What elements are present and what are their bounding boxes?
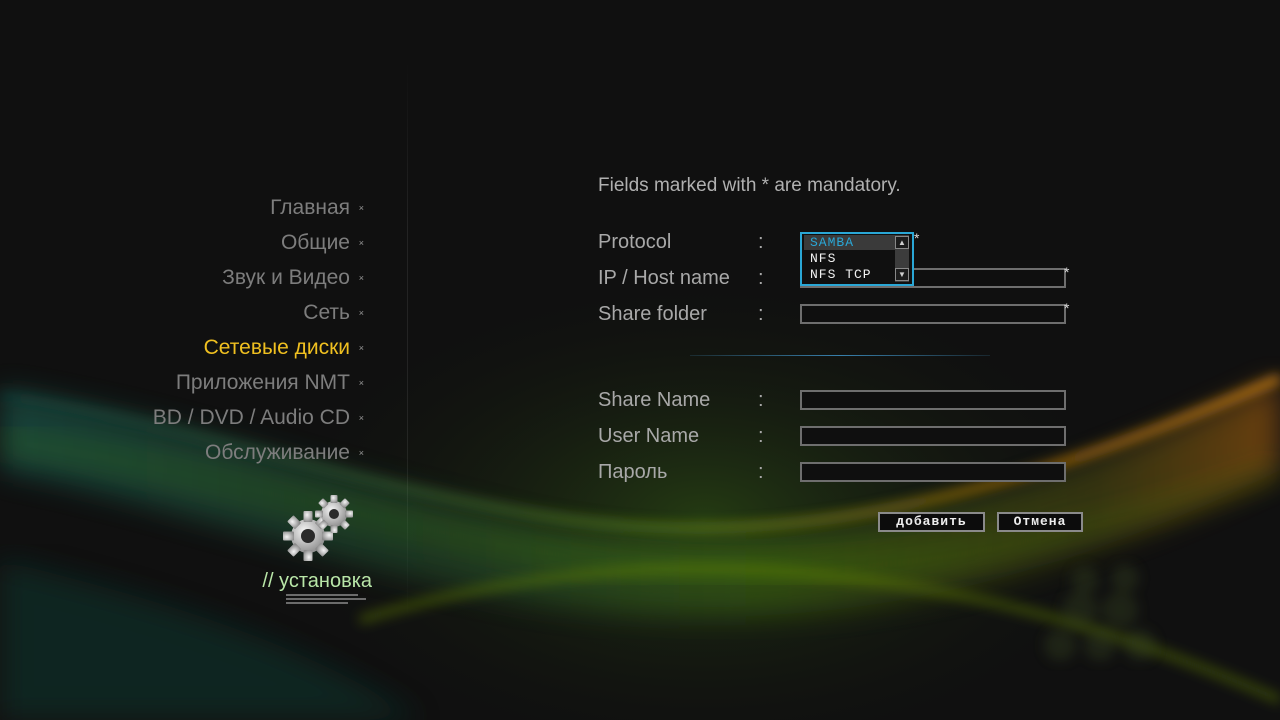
scroll-down-icon[interactable]: ▼ bbox=[895, 268, 909, 281]
vertical-divider bbox=[407, 60, 408, 620]
colon: : bbox=[758, 303, 764, 325]
menu-item-label: Сеть bbox=[303, 300, 350, 324]
decorative-micro-text bbox=[286, 594, 366, 606]
protocol-dropdown[interactable]: SAMBA NFS NFS TCP ▲ ▼ bbox=[800, 232, 914, 286]
menu-item-network-shares[interactable]: Сетевые диски × bbox=[153, 330, 364, 365]
menu-item-label: Сетевые диски bbox=[203, 335, 350, 359]
bullet-icon: × bbox=[358, 412, 364, 423]
section-label: // установка bbox=[262, 570, 372, 592]
bullet-icon: × bbox=[358, 342, 364, 353]
share-folder-input[interactable] bbox=[800, 304, 1066, 324]
menu-item-label: Приложения NMT bbox=[175, 370, 350, 394]
menu-item-network[interactable]: Сеть × bbox=[153, 295, 364, 330]
share-name-input[interactable] bbox=[800, 390, 1066, 410]
required-mark: * bbox=[914, 230, 920, 246]
cancel-button[interactable]: Отмена bbox=[997, 512, 1083, 532]
colon: : bbox=[758, 425, 764, 447]
settings-menu: Главная × Общие × Звук и Видео × Сеть × Сете… bbox=[153, 190, 364, 470]
colon: : bbox=[758, 461, 764, 483]
protocol-option[interactable]: NFS bbox=[804, 251, 899, 266]
add-button[interactable]: добавить bbox=[878, 512, 985, 532]
password-label: Пароль bbox=[598, 461, 668, 483]
colon: : bbox=[758, 231, 764, 253]
menu-item-label: BD / DVD / Audio CD bbox=[152, 405, 350, 429]
dropdown-scrollbar[interactable]: ▲ ▼ bbox=[895, 235, 909, 282]
colon: : bbox=[758, 267, 764, 289]
host-label: IP / Host name bbox=[598, 267, 730, 289]
share-folder-label: Share folder bbox=[598, 303, 707, 325]
menu-item-nmt-apps[interactable]: Приложения NMT × bbox=[153, 365, 364, 400]
user-name-input[interactable] bbox=[800, 426, 1066, 446]
colon: : bbox=[758, 389, 764, 411]
bullet-icon: × bbox=[358, 307, 364, 318]
bullet-icon: × bbox=[358, 202, 364, 213]
menu-item-maintenance[interactable]: Обслуживание × bbox=[153, 435, 364, 470]
share-name-label: Share Name bbox=[598, 389, 711, 411]
menu-item-general[interactable]: Общие × bbox=[153, 225, 364, 260]
required-mark: * bbox=[1064, 300, 1070, 316]
menu-item-label: Звук и Видео bbox=[222, 265, 350, 289]
scroll-up-icon[interactable]: ▲ bbox=[895, 236, 909, 249]
bullet-icon: × bbox=[358, 377, 364, 388]
section-separator bbox=[690, 355, 990, 356]
required-mark: * bbox=[1064, 264, 1070, 280]
menu-item-label: Общие bbox=[280, 230, 350, 254]
mandatory-hint: Fields marked with * are mandatory. bbox=[598, 175, 901, 196]
gears-icon bbox=[283, 495, 353, 561]
password-input[interactable] bbox=[800, 462, 1066, 482]
menu-item-label: Главная bbox=[270, 195, 350, 219]
user-name-label: User Name bbox=[598, 425, 700, 447]
bullet-icon: × bbox=[358, 237, 364, 248]
menu-item-bd-dvd-cd[interactable]: BD / DVD / Audio CD × bbox=[153, 400, 364, 435]
menu-item-main[interactable]: Главная × bbox=[153, 190, 364, 225]
bullet-icon: × bbox=[358, 272, 364, 283]
bullet-icon: × bbox=[358, 447, 364, 458]
menu-item-label: Обслуживание bbox=[204, 440, 350, 464]
protocol-option[interactable]: SAMBA bbox=[804, 235, 899, 250]
menu-item-audio-video[interactable]: Звук и Видео × bbox=[153, 260, 364, 295]
protocol-option[interactable]: NFS TCP bbox=[804, 267, 899, 282]
protocol-label: Protocol bbox=[598, 231, 672, 253]
